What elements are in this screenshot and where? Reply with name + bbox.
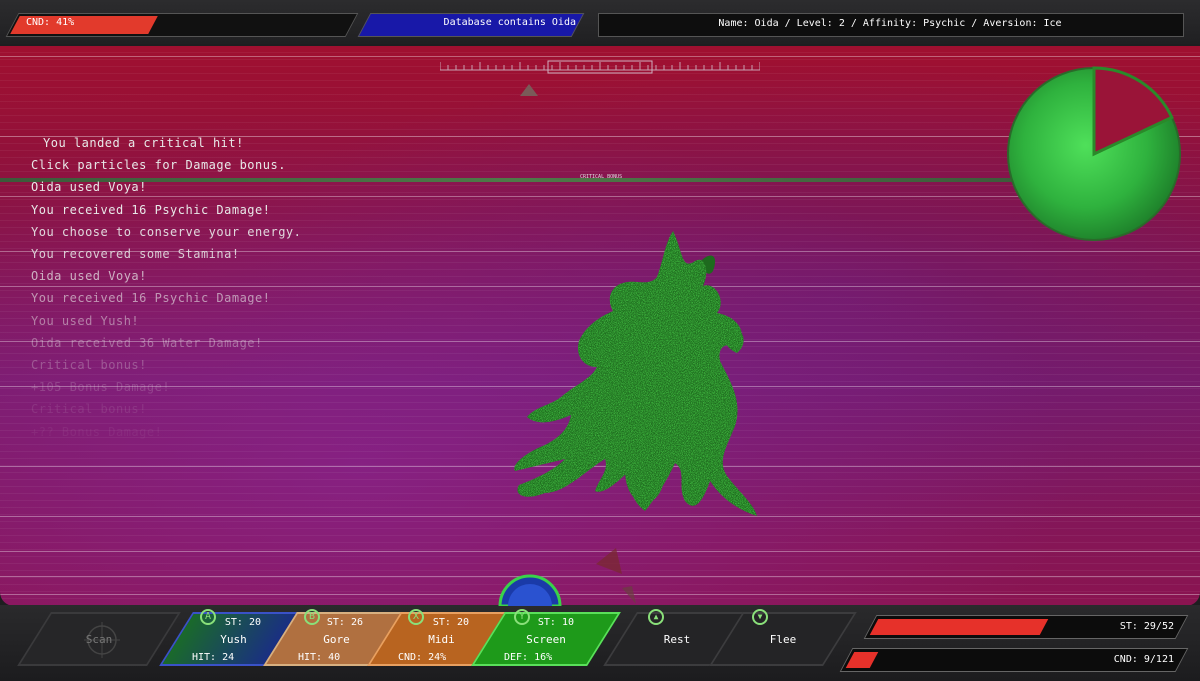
midi-label: Midi: [428, 633, 455, 646]
battle-arena[interactable]: CRITICAL BONUS You landed a critical hit…: [0, 46, 1200, 606]
a-button-icon: A: [200, 609, 216, 625]
database-status: Database contains Oida: [443, 17, 576, 28]
screen-button[interactable]: Y ST: 10 Screen DEF: 16%: [471, 609, 621, 666]
scanline: [0, 56, 1200, 57]
top-hud: CND: 41% Database contains Oida Name: Oi…: [0, 0, 1200, 44]
flee-label: Flee: [769, 633, 797, 646]
flee-button[interactable]: ▼ Flee: [709, 609, 857, 666]
player-condition-fill: [845, 652, 879, 668]
scanline: [0, 516, 1200, 517]
dpad-up-icon: ▲: [648, 609, 664, 625]
battle-log: You landed a critical hit! Click particle…: [31, 132, 301, 443]
yush-hit: HIT: 24: [192, 652, 235, 663]
yush-stamina-cost: ST: 20: [224, 617, 261, 628]
midi-condition: CND: 24%: [398, 652, 447, 663]
yush-label: Yush: [220, 633, 247, 646]
battle-log-entry: +105 Bonus Damage!: [31, 380, 171, 395]
battle-log-entry: Click particles for Damage bonus.: [31, 158, 286, 173]
timing-marker-icon: [520, 84, 538, 96]
battle-log-entry: Critical bonus!: [31, 358, 147, 373]
enemy-oida[interactable]: [505, 231, 765, 516]
x-button-icon: X: [408, 609, 424, 625]
battle-log-entry: +?? Bonus Damage!: [31, 424, 163, 439]
battle-log-entry: Oida used Voya!: [31, 180, 147, 195]
screen-label: Screen: [526, 633, 566, 646]
battle-log-entry: Critical bonus!: [31, 402, 147, 417]
critical-bonus-label: CRITICAL BONUS: [580, 174, 623, 180]
player-stamina-label: ST: 29/52: [1119, 621, 1174, 632]
screen-stamina-cost: ST: 10: [537, 617, 574, 628]
turn-indicator-icon: [498, 574, 562, 606]
turn-timer-radar: [1007, 66, 1181, 241]
battle-log-entry: You landed a critical hit!: [43, 136, 244, 150]
battle-log-entry: You received 16 Psychic Damage!: [31, 202, 271, 217]
battle-log-entry: You recovered some Stamina!: [31, 247, 240, 262]
player-condition-label: CND: 9/121: [1113, 654, 1174, 665]
midi-stamina-cost: ST: 20: [432, 617, 469, 628]
scan-button[interactable]: Scan: [17, 612, 181, 666]
scan-label: Scan: [85, 633, 113, 646]
b-button-icon: B: [304, 609, 320, 625]
battle-log-entry: Oida received 36 Water Damage!: [31, 335, 263, 350]
battle-log-entry: You used Yush!: [31, 313, 140, 328]
gore-hit: HIT: 40: [298, 652, 341, 663]
enemy-condition-label: CND: 41%: [26, 17, 75, 28]
screen-defense: DEF: 16%: [504, 652, 553, 663]
gore-stamina-cost: ST: 26: [326, 617, 363, 628]
target-marker-icon: [596, 548, 636, 604]
enemy-info: Name: Oida / Level: 2 / Affinity: Psychi…: [718, 18, 1062, 29]
battle-log-entry: You choose to conserve your energy.: [31, 224, 302, 239]
gore-label: Gore: [323, 633, 350, 646]
y-button-icon: Y: [514, 609, 530, 625]
battle-log-entry: Oida used Voya!: [31, 269, 147, 284]
dpad-down-icon: ▼: [752, 609, 768, 625]
timing-ruler: [440, 60, 760, 74]
battle-log-entry: You received 16 Psychic Damage!: [31, 291, 271, 306]
rest-label: Rest: [663, 633, 691, 646]
